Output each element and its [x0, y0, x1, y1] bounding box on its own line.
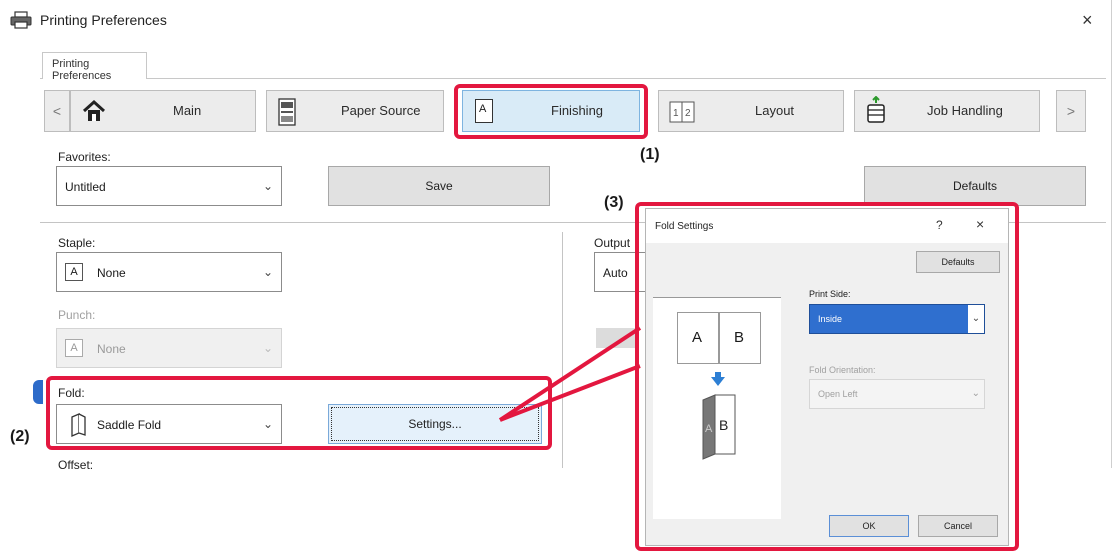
highlight-fold-settings-dialog: [635, 202, 1019, 551]
callout-3: (3): [604, 194, 624, 211]
